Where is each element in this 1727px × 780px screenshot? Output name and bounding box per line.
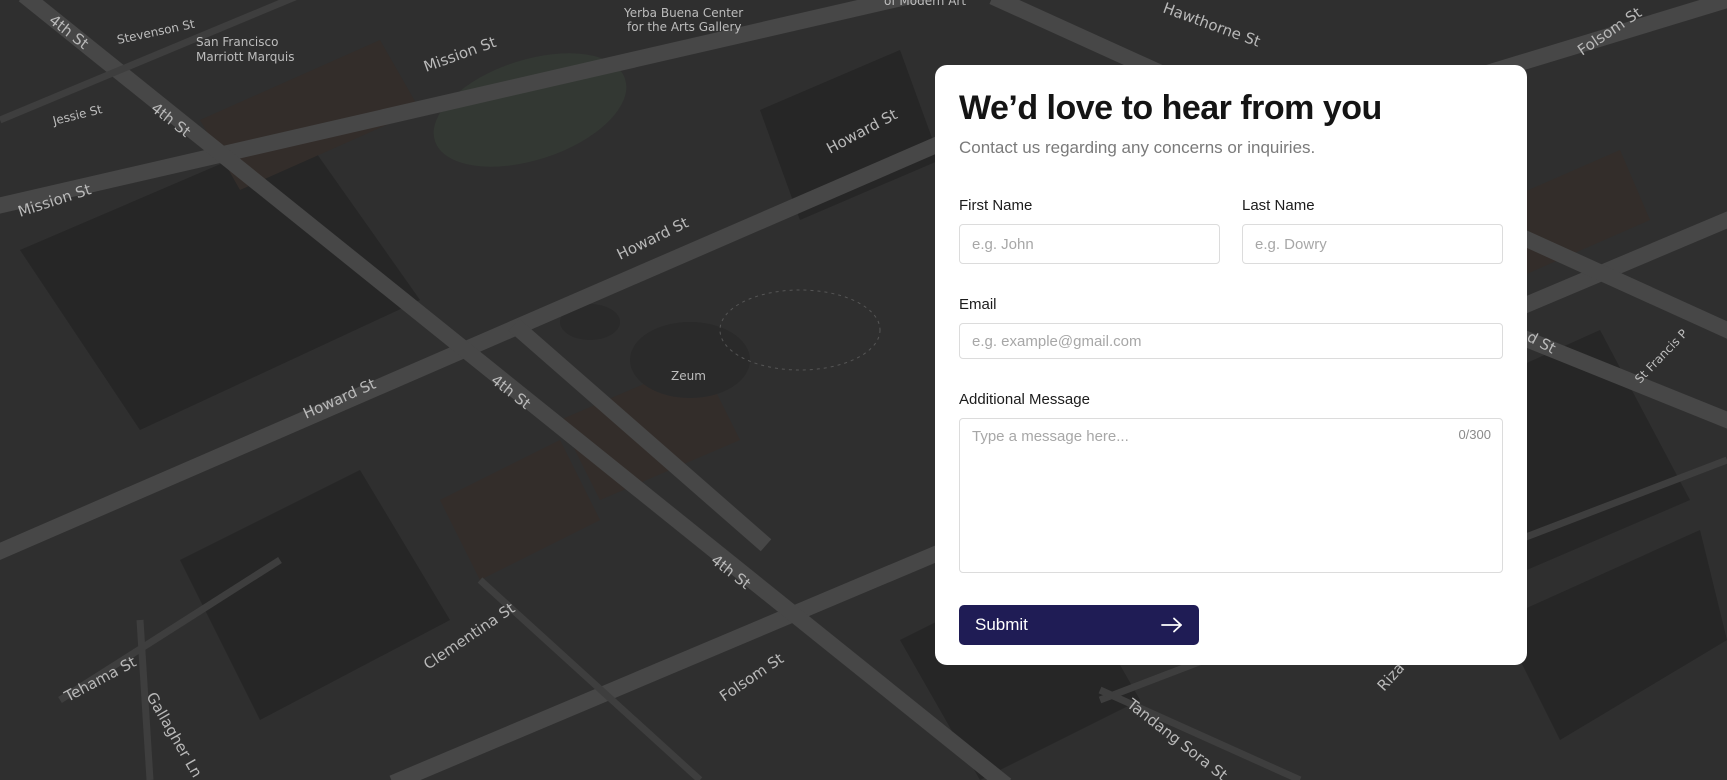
email-input[interactable] xyxy=(959,323,1503,359)
map-label-yerba-1: Yerba Buena Center xyxy=(623,6,743,20)
first-name-label: First Name xyxy=(959,197,1033,214)
form-subtitle: Contact us regarding any concerns or inq… xyxy=(959,138,1316,157)
message-wrapper: 0/300 xyxy=(959,418,1503,573)
email-field: Email xyxy=(959,296,1503,359)
first-name-field: First Name xyxy=(959,197,1220,264)
map-label-zeum: Zeum xyxy=(671,369,706,383)
first-name-input[interactable] xyxy=(959,224,1220,264)
map-label-moma: of Modern Art xyxy=(884,0,966,8)
last-name-field: Last Name xyxy=(1242,197,1503,264)
message-label: Additional Message xyxy=(959,391,1090,408)
map-label-marriott-1: San Francisco xyxy=(196,35,278,49)
message-textarea[interactable] xyxy=(959,418,1503,573)
form-title: We’d love to hear from you xyxy=(959,89,1382,127)
map-label-yerba-2: for the Arts Gallery xyxy=(627,20,741,34)
submit-button[interactable]: Submit xyxy=(959,605,1199,645)
arrow-right-icon xyxy=(1161,617,1183,633)
email-label: Email xyxy=(959,296,997,313)
character-counter: 0/300 xyxy=(1458,427,1491,442)
last-name-label: Last Name xyxy=(1242,197,1315,214)
map-label-marriott-2: Marriott Marquis xyxy=(196,50,295,64)
name-row: First Name Last Name xyxy=(959,197,1503,264)
contact-form-card: We’d love to hear from you Contact us re… xyxy=(935,65,1527,665)
last-name-input[interactable] xyxy=(1242,224,1503,264)
message-field: Additional Message 0/300 xyxy=(959,391,1503,573)
submit-label: Submit xyxy=(975,615,1028,634)
